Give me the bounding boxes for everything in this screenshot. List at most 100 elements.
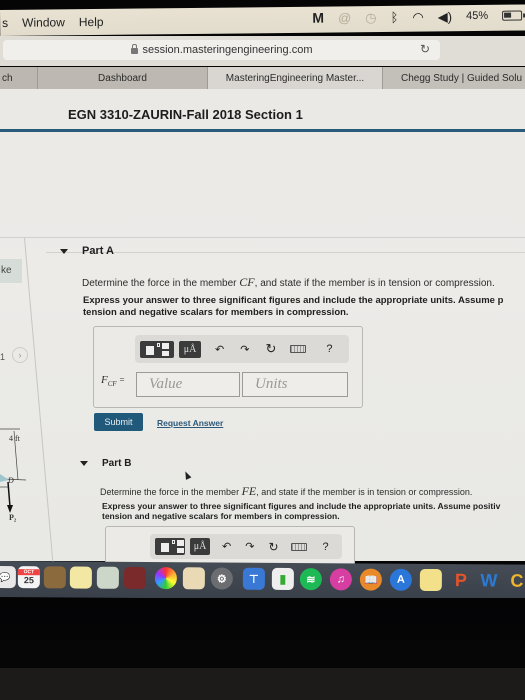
force-arrow <box>7 481 11 508</box>
templates-icon[interactable] <box>155 538 185 555</box>
dock-photos-icon[interactable] <box>154 567 177 590</box>
dock-preview-icon[interactable] <box>96 566 119 589</box>
bluetooth-icon[interactable]: ᛒ <box>390 9 398 24</box>
instruction-line: Express your answer to three significant… <box>83 295 504 306</box>
var-subscript: CF <box>107 380 117 389</box>
dock-spotify-icon[interactable]: ≋ <box>299 568 322 591</box>
dock-contacts-icon[interactable] <box>43 566 66 589</box>
part-a-answer-box: μÅ ↶ ↷ ↻ ? FCF = Value Units <box>93 326 363 408</box>
address-bar[interactable]: session.masteringengineering.com ↻ <box>3 40 440 60</box>
volume-icon[interactable]: ◀) <box>438 9 452 24</box>
dock-itunes-icon[interactable]: ♫ <box>329 568 352 591</box>
templates-icon[interactable] <box>140 340 174 358</box>
truss-diagram <box>0 428 27 513</box>
keyboard-icon[interactable] <box>290 538 307 555</box>
units-input[interactable]: Units <box>242 372 348 397</box>
tab-bar: ch Dashboard MasteringEngineering Master… <box>0 67 525 89</box>
screen: s Window Help M @ ◷ ᛒ ◠ ◀) 45% session.m… <box>0 0 525 700</box>
wifi-icon[interactable]: ◠ <box>412 9 424 24</box>
question-text: Determine the force in the member <box>82 278 237 289</box>
part-a-title: Part A <box>82 245 114 257</box>
menu-item-app[interactable]: s <box>2 16 8 30</box>
course-title: EGN 3310-ZAURIN-Fall 2018 Section 1 <box>68 107 303 122</box>
question-text-end: , and state if the member is in tension … <box>254 278 495 289</box>
dimension-label: 4 ft <box>9 434 20 443</box>
page-content: EGN 3310-ZAURIN-Fall 2018 Section 1 ke P… <box>0 89 525 567</box>
menu-item-window[interactable]: Window <box>22 15 65 29</box>
submit-button[interactable]: Submit <box>94 413 143 431</box>
dock-calendar-icon[interactable]: OCT 25 <box>17 566 40 589</box>
dock-stickies-icon[interactable] <box>419 568 442 592</box>
dock-photo-booth-icon[interactable] <box>123 566 146 590</box>
request-answer-link[interactable]: Request Answer <box>157 418 223 428</box>
battery-percent[interactable]: 45% <box>466 10 488 22</box>
value-input[interactable]: Value <box>136 372 240 397</box>
menu-item-help[interactable]: Help <box>79 15 104 29</box>
member-name: CF <box>239 275 255 289</box>
node-label: D <box>8 476 14 485</box>
instruction-line: Express your answer to three significant… <box>102 501 501 511</box>
redo-icon[interactable]: ↷ <box>240 341 249 358</box>
title-divider <box>0 129 525 132</box>
url-text: session.masteringengineering.com <box>142 44 313 56</box>
question-text-end: , and state if the member is in tension … <box>256 487 473 497</box>
dock-system-preferences-icon[interactable]: ⚙ <box>210 567 233 590</box>
battery-icon[interactable] <box>502 10 523 21</box>
part-b-answer-box: μÅ ↶ ↷ ↻ ? <box>105 526 355 566</box>
undo-icon[interactable]: ↶ <box>222 538 231 555</box>
part-a-header[interactable]: Part A <box>60 245 114 257</box>
menubar-status: M @ ◷ ᛒ ◠ ◀) 45% <box>312 9 523 26</box>
help-icon[interactable]: ? <box>326 341 332 358</box>
collapse-triangle-icon[interactable] <box>60 248 68 254</box>
dock-pages-icon[interactable] <box>182 567 205 590</box>
tab-search[interactable]: ch <box>0 67 38 89</box>
arrowhead-icon <box>7 505 13 513</box>
dock-numbers-icon[interactable]: ▮ <box>271 567 294 591</box>
keyboard-edge <box>0 668 525 700</box>
dock-app-icon[interactable]: C <box>506 570 525 592</box>
dock: 💬 OCT 25 ⚙ ⊤ ▮ ≋ ♫ 📖 A P W C <box>0 561 525 601</box>
menubar: s Window Help M @ ◷ ᛒ ◠ ◀) 45% <box>0 4 525 36</box>
force-label: P₂ <box>9 513 17 522</box>
tab-mastering-engineering[interactable]: MasteringEngineering Master... <box>208 67 383 89</box>
math-toolbar: μÅ ↶ ↷ ↻ ? <box>135 335 349 363</box>
help-icon[interactable]: ? <box>323 538 329 555</box>
dock-ibooks-icon[interactable]: 📖 <box>359 568 382 591</box>
tab-chegg[interactable]: Chegg Study | Guided Solu <box>383 67 525 89</box>
part-a-question: Determine the force in the member CF, an… <box>82 275 495 290</box>
equals-sign: = <box>119 375 125 385</box>
undo-icon[interactable]: ↶ <box>215 341 224 358</box>
units-button[interactable]: μÅ <box>190 538 210 555</box>
reset-icon[interactable]: ↻ <box>268 538 278 555</box>
part-b-title: Part B <box>102 458 132 469</box>
content-divider <box>0 237 525 238</box>
part-b-header[interactable]: Part B <box>80 458 131 469</box>
math-toolbar: μÅ ↶ ↷ ↻ ? <box>150 534 342 559</box>
units-button[interactable]: μÅ <box>179 340 201 358</box>
creative-cloud-icon[interactable]: @ <box>338 10 351 25</box>
reload-icon[interactable]: ↻ <box>420 42 430 56</box>
redo-icon[interactable]: ↷ <box>245 538 254 555</box>
question-text: Determine the force in the member <box>100 487 240 497</box>
dock-messages-icon[interactable]: 💬 <box>0 565 16 589</box>
part-b-instructions: Express your answer to three significant… <box>102 501 500 521</box>
instruction-line: tension and negative scalars for members… <box>102 511 340 521</box>
collapse-triangle-icon[interactable] <box>80 461 88 466</box>
dock-powerpoint-icon[interactable]: P <box>450 569 472 591</box>
keyboard-icon[interactable] <box>290 341 307 358</box>
part-a-instructions: Express your answer to three significant… <box>83 295 503 319</box>
time-machine-icon[interactable]: ◷ <box>365 10 377 25</box>
calendar-day: 25 <box>23 575 34 586</box>
tab-dashboard[interactable]: Dashboard <box>38 67 208 89</box>
lock-icon <box>130 44 138 54</box>
malwarebytes-icon[interactable]: M <box>312 10 324 26</box>
dock-keynote-icon[interactable]: ⊤ <box>242 567 265 590</box>
mouse-cursor-icon <box>182 470 192 480</box>
dock-word-icon[interactable]: W <box>478 569 500 591</box>
dock-app-store-icon[interactable]: A <box>389 568 412 591</box>
reset-icon[interactable]: ↻ <box>265 341 276 358</box>
section-divider <box>46 252 525 253</box>
variable-label: FCF = <box>101 374 125 388</box>
dock-notes-icon[interactable] <box>69 566 92 589</box>
instruction-line: tension and negative scalars for members… <box>83 307 349 318</box>
